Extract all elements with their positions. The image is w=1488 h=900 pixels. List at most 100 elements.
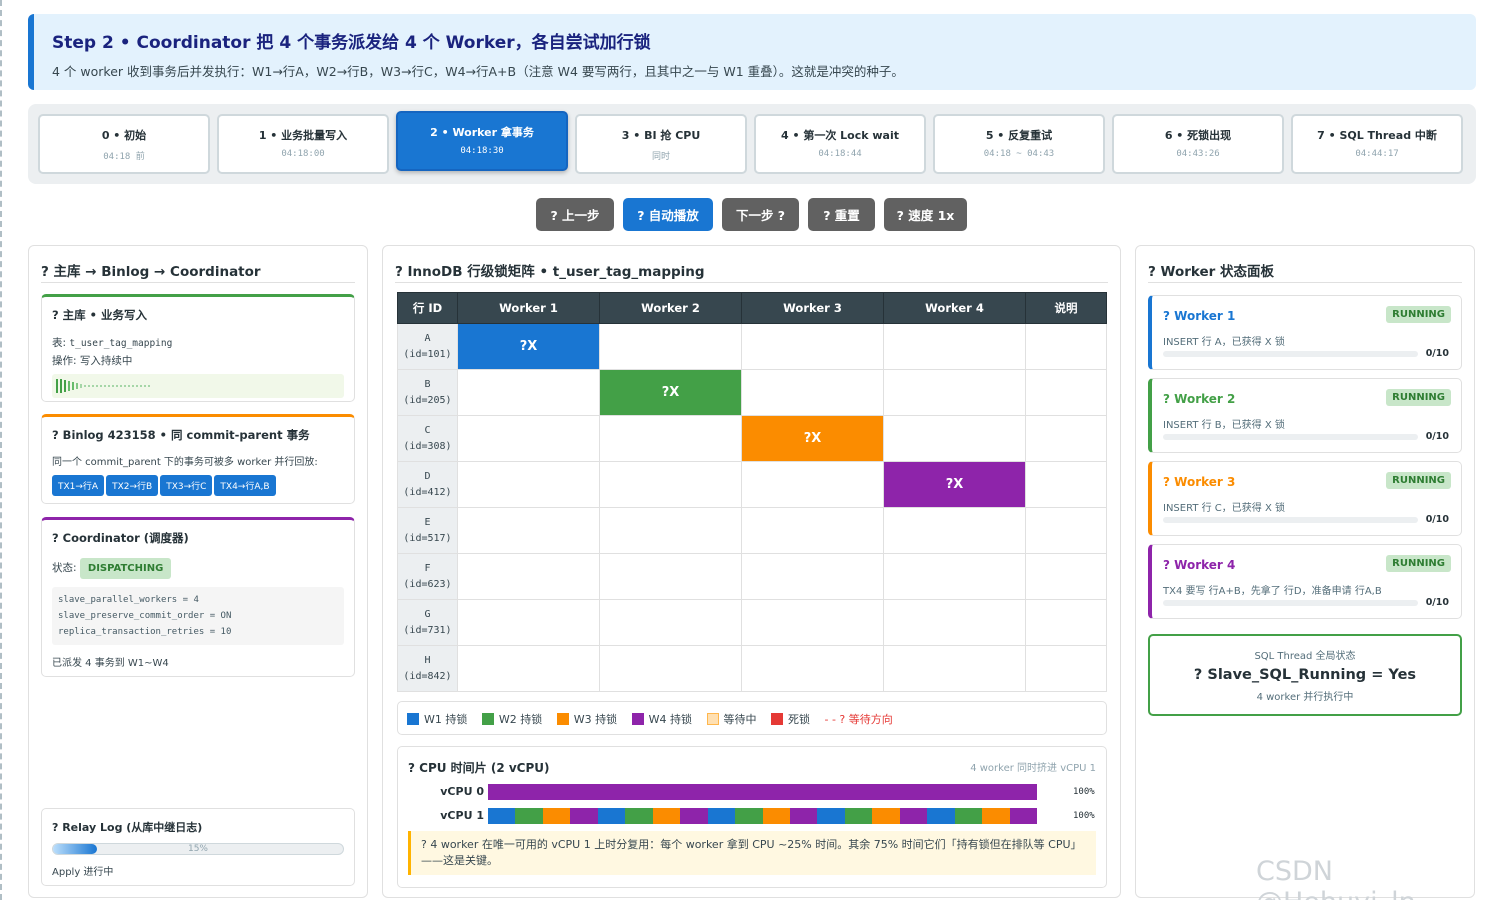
note-cell xyxy=(1025,369,1107,416)
row-name: G xyxy=(424,608,431,620)
lock-row: H (id=842) xyxy=(397,645,1107,692)
vcpu1-slice xyxy=(570,808,599,824)
step-label: 0 • 初始 xyxy=(101,129,147,142)
step-4-button[interactable]: 4 • 第一次 Lock wait 04:18:44 xyxy=(754,114,926,174)
binlog-description: 同一个 commit_parent 下的事务可被多 worker 并行回放: xyxy=(52,457,318,468)
cpu-subtitle: 4 worker 同时挤进 vCPU 1 xyxy=(970,763,1096,774)
legend-item: W2 持锁 xyxy=(481,713,542,726)
source-panel-title: ? 主库 → Binlog → Coordinator xyxy=(41,264,261,280)
vcpu1-slice xyxy=(762,808,791,824)
lock-cell xyxy=(457,507,600,554)
step-description: 4 个 worker 收到事务后并发执行：W1→行A，W2→行B，W3→行C，W… xyxy=(52,64,904,79)
col-header: 行 ID xyxy=(397,292,458,324)
next-step-button[interactable]: 下一步 ? xyxy=(722,198,799,231)
reset-button[interactable]: ? 重置 xyxy=(808,198,875,231)
legend-item: W4 持锁 xyxy=(631,713,692,726)
lock-matrix-table: 行 ID Worker 1 Worker 2 Worker 3 Worker 4… xyxy=(397,292,1107,692)
row-key: (id=101) xyxy=(403,348,452,360)
vcpu1-slice xyxy=(1009,808,1038,824)
lock-cell xyxy=(599,599,742,646)
vcpu1-row: vCPU 1 100% xyxy=(398,808,1106,824)
coordinator-status-label: 状态: xyxy=(52,562,77,574)
tx-tag: TX2→行B xyxy=(106,475,159,496)
worker-description: INSERT 行 C，已获得 X 锁 xyxy=(1163,503,1285,514)
relay-progress-bar: 15% xyxy=(52,843,344,855)
step-label: 2 • Worker 拿事务 xyxy=(430,126,534,139)
vcpu1-slice xyxy=(652,808,681,824)
row-key: (id=842) xyxy=(403,670,452,682)
vcpu0-label: vCPU 0 xyxy=(440,785,484,798)
sql-thread-sub: 4 worker 并行执行中 xyxy=(1256,692,1354,703)
row-id: E (id=517) xyxy=(397,507,458,554)
step-7-button[interactable]: 7 • SQL Thread 中断 04:44:17 xyxy=(1291,114,1463,174)
relay-log-card: ? Relay Log (从库中继日志) 15% Apply 进行中 xyxy=(41,808,355,886)
lock-cell xyxy=(883,323,1026,370)
lock-cell xyxy=(457,415,600,462)
worker-description: TX4 要写 行A+B，先拿了 行D，准备申请 行A,B xyxy=(1163,586,1382,597)
lock-cell xyxy=(599,461,742,508)
note-cell xyxy=(1025,553,1107,600)
lock-cell xyxy=(457,645,600,692)
dispatch-summary: 已派发 4 事务到 W1~W4 xyxy=(52,658,169,669)
step-5-button[interactable]: 5 • 反复重试 04:18 ~ 04:43 xyxy=(933,114,1105,174)
autoplay-button[interactable]: ? 自动播放 xyxy=(623,198,713,231)
divider xyxy=(1148,282,1462,283)
speed-button[interactable]: ? 速度 1x xyxy=(884,198,967,231)
row-key: (id=308) xyxy=(403,440,452,452)
vcpu1-slice xyxy=(707,808,736,824)
worker-description: INSERT 行 A，已获得 X 锁 xyxy=(1163,337,1285,348)
tx-tag: TX3→行C xyxy=(160,475,213,496)
vcpu1-slice xyxy=(542,808,571,824)
worker-status-badge: RUNNING xyxy=(1386,472,1451,489)
lock-legend: W1 持锁 W2 持锁 W3 持锁 W4 持锁 等待中 死锁 - - ? 等待方… xyxy=(397,701,1107,735)
watermark: CSDN @Hehuyi_ln xyxy=(1256,856,1416,900)
step-6-button[interactable]: 6 • 死锁出现 04:43:26 xyxy=(1112,114,1284,174)
step-1-button[interactable]: 1 • 业务批量写入 04:18:00 xyxy=(217,114,389,174)
write-activity-icon xyxy=(56,379,150,393)
step-0-button[interactable]: 0 • 初始 04:18 前 xyxy=(38,114,210,174)
binlog-tx-list: TX1→行A TX2→行B TX3→行C TX4→行A,B xyxy=(52,474,344,496)
cpu-timeslice-card: ? CPU 时间片 (2 vCPU) 4 worker 同时挤进 vCPU 1 … xyxy=(397,746,1107,888)
worker-status-badge: RUNNING xyxy=(1386,306,1451,323)
lock-cell xyxy=(741,507,884,554)
vcpu1-bar xyxy=(488,808,1038,824)
step-2-button[interactable]: 2 • Worker 拿事务 04:18:30 xyxy=(396,111,568,171)
lock-cell xyxy=(741,553,884,600)
lock-row: B (id=205) ?X xyxy=(397,369,1107,416)
master-card: ? 主库 • 业务写入 表: t_user_tag_mapping 操作: 写入… xyxy=(41,294,355,402)
note-cell xyxy=(1025,507,1107,554)
prev-step-button[interactable]: ? 上一步 xyxy=(536,198,614,231)
config-line: slave_preserve_commit_order = ON xyxy=(58,611,232,621)
legend-item: W1 持锁 xyxy=(407,713,467,726)
row-key: (id=412) xyxy=(403,486,452,498)
worker-retry-bar xyxy=(1163,600,1418,606)
step-time: 04:43:26 xyxy=(1176,149,1220,159)
vcpu1-slice xyxy=(899,808,928,824)
lock-cell xyxy=(741,323,884,370)
step-time: 04:18 ~ 04:43 xyxy=(983,149,1055,159)
vcpu1-slice xyxy=(872,808,901,824)
row-id: D (id=412) xyxy=(397,461,458,508)
step-timeline: 0 • 初始 04:18 前 1 • 业务批量写入 04:18:00 2 • Wor… xyxy=(28,104,1476,184)
lock-matrix-panel: ? InnoDB 行级锁矩阵 • t_user_tag_mapping 行 ID… xyxy=(382,245,1121,898)
col-header: Worker 3 xyxy=(741,292,884,324)
lock-cell xyxy=(883,553,1026,600)
vcpu1-slice xyxy=(625,808,654,824)
sql-thread-label: SQL Thread 全局状态 xyxy=(1254,651,1356,662)
lock-cell xyxy=(883,507,1026,554)
row-id: A (id=101) xyxy=(397,323,458,370)
col-header: Worker 1 xyxy=(457,292,600,324)
worker-status-badge: RUNNING xyxy=(1386,389,1451,406)
lock-cell xyxy=(599,553,742,600)
coordinator-config: slave_parallel_workers = 4 slave_preserv… xyxy=(52,587,344,645)
binlog-card-title: ? Binlog 423158 • 同 commit-parent 事务 xyxy=(52,428,310,442)
lock-cell xyxy=(457,553,600,600)
binlog-card: ? Binlog 423158 • 同 commit-parent 事务 同一个… xyxy=(41,414,355,504)
step-label: 1 • 业务批量写入 xyxy=(258,129,348,142)
lock-cell xyxy=(599,415,742,462)
lock-cell-held: ?X xyxy=(457,323,600,370)
lock-cell-held: ?X xyxy=(599,369,742,416)
step-3-button[interactable]: 3 • BI 抢 CPU 同时 xyxy=(575,114,747,174)
row-name: B xyxy=(424,378,431,390)
divider xyxy=(41,282,355,283)
